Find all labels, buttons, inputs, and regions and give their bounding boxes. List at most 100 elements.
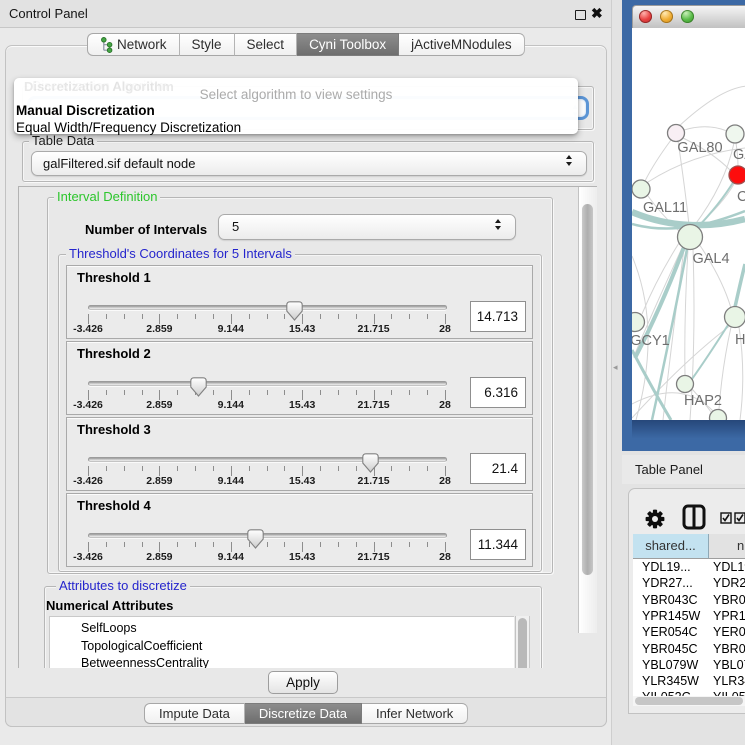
slider-handle[interactable] (286, 301, 303, 321)
slider-tick-label: -3.426 (73, 551, 103, 563)
icon-shape (102, 38, 107, 43)
algorithm-placeholder-item[interactable]: Select algorithm to view settings (14, 87, 578, 102)
network-node[interactable] (710, 410, 727, 421)
column-header-name[interactable]: n (709, 534, 745, 559)
table-hscrollbar-thumb[interactable] (635, 697, 743, 705)
bottom-tab-label: Infer Network (376, 704, 453, 723)
table-row[interactable]: YDL19...YDL19 (633, 559, 745, 575)
cyni-bottom-tabs: Impute DataDiscretize Data Infer Network (144, 703, 468, 724)
tab-cyni-toolbox[interactable]: Cyni Toolbox (297, 33, 399, 56)
table-row[interactable]: YBL079WYBL07 (633, 657, 745, 673)
slider-handle[interactable] (190, 377, 207, 397)
network-node-gal4[interactable] (678, 225, 703, 250)
table-data-combobox[interactable]: galFiltered.sif default node (31, 151, 587, 176)
slider-tick-label: 9.144 (218, 323, 244, 335)
number-of-intervals-combobox[interactable]: 5 (218, 214, 516, 240)
settings-scrollbar-thumb[interactable] (582, 204, 593, 575)
attributes-scrollbar-thumb[interactable] (518, 618, 527, 668)
apply-button[interactable]: Apply (268, 671, 338, 694)
bottom-tab-infer-network[interactable]: Infer Network (362, 703, 468, 724)
attributes-group: Attributes to discretize Numerical Attri… (44, 586, 542, 668)
table-row[interactable]: YLR345WYLR34 (633, 673, 745, 689)
numerical-attributes-label: Numerical Attributes (46, 598, 173, 613)
bottom-tab-discretize-data[interactable]: Discretize Data (245, 703, 362, 724)
table-row[interactable]: YDR27...YDR27 (633, 575, 745, 591)
attributes-group-title: Attributes to discretize (56, 579, 190, 593)
tab-label: Select (247, 34, 285, 55)
divider-collapse-icon[interactable]: ◂ (613, 362, 618, 373)
window-title: Control Panel (9, 0, 88, 27)
slider-tick-label: 2.859 (146, 323, 172, 335)
close-icon[interactable]: ✖ (591, 3, 603, 23)
network-node-ga[interactable] (726, 125, 744, 143)
slider-tick-label: -3.426 (73, 323, 103, 335)
network-edge-highlighted[interactable] (735, 264, 745, 307)
tab-jactivemnodules[interactable]: jActiveMNodules (399, 33, 525, 56)
table-row[interactable]: YBR043CYBR04 (633, 592, 745, 608)
checkbox-checked-icon[interactable] (720, 512, 732, 524)
bottom-tab-impute-data[interactable]: Impute Data (144, 703, 245, 724)
slider-tick (267, 390, 268, 395)
network-edge[interactable] (685, 249, 688, 376)
column-header-shared-name[interactable]: shared... (633, 534, 709, 559)
network-node-gcy1[interactable] (632, 313, 645, 332)
algorithm-option-manual[interactable]: Manual Discretization (16, 103, 155, 118)
threshold-value-field[interactable]: 14.713 (470, 301, 526, 332)
threshold-coordinates-group-title: Threshold's Coordinates for 5 Intervals (66, 247, 295, 261)
gear-icon[interactable] (645, 509, 665, 529)
tab-style[interactable]: Style (180, 33, 235, 56)
slider-track[interactable] (88, 381, 447, 386)
network-view-window: GAL80GACGAL11GAL4GCY1HHAP2 (622, 0, 745, 451)
slider-handle[interactable] (362, 453, 379, 473)
table-row[interactable]: YER054CYER05 (633, 624, 745, 640)
network-edge[interactable] (645, 140, 671, 181)
network-node-c[interactable] (729, 166, 745, 184)
close-traffic-light[interactable] (639, 10, 652, 23)
slider-tick-label: -3.426 (73, 475, 103, 487)
algorithm-option-equal-width[interactable]: Equal Width/Frequency Discretization (16, 120, 241, 135)
slider-tick (249, 390, 250, 395)
threshold-value-field[interactable]: 21.4 (470, 453, 526, 484)
attribute-item[interactable]: BetweennessCentrality (50, 655, 514, 668)
threshold-value-field[interactable]: 6.316 (470, 377, 526, 408)
network-canvas[interactable]: GAL80GACGAL11GAL4GCY1HHAP2 (632, 28, 745, 420)
network-node-gal11[interactable] (632, 180, 650, 198)
attribute-item[interactable]: SelfLoops (50, 617, 514, 638)
settings-scrollpane: Interval Definition Number of Intervals … (18, 186, 597, 668)
threshold-panel-4: Threshold 4-3.4262.8599.14415.4321.71528… (66, 493, 533, 567)
cell-shared-name: YDL19... (642, 559, 691, 575)
float-window-icon[interactable] (575, 10, 586, 20)
threshold-value-field[interactable]: 11.344 (470, 529, 526, 560)
slider-tick (356, 466, 357, 471)
slider-track[interactable] (88, 533, 447, 538)
cell-shared-name: YDR27... (642, 575, 693, 591)
table-data-combobox-value: galFiltered.sif default node (43, 152, 195, 175)
numerical-attributes-list[interactable]: SelfLoopsTopologicalCoefficientBetweenne… (49, 616, 514, 668)
slider-tick (391, 542, 392, 547)
slider-track[interactable] (88, 305, 447, 310)
slider-tick-label: 21.715 (358, 551, 390, 563)
network-edge[interactable] (684, 127, 727, 131)
table-horizontal-scrollbar[interactable] (633, 696, 745, 706)
network-node-hap2[interactable] (677, 376, 694, 393)
network-edge[interactable] (678, 86, 745, 127)
network-node-h[interactable] (725, 307, 745, 328)
table-row[interactable]: YBR045CYBR04 (633, 641, 745, 657)
checkbox-checked-icon[interactable] (734, 512, 745, 524)
split-columns-icon[interactable] (682, 504, 706, 530)
settings-scrollbar[interactable] (578, 187, 597, 633)
attributes-list-scrollbar[interactable] (515, 616, 530, 668)
tab-network[interactable]: Network (87, 33, 180, 56)
slider-tick (320, 466, 321, 471)
minimize-traffic-light[interactable] (660, 10, 673, 23)
slider-tick (356, 390, 357, 395)
combo-arrow-up-icon (495, 219, 501, 223)
zoom-traffic-light[interactable] (681, 10, 694, 23)
table-row[interactable]: YPR145WYPR14 (633, 608, 745, 624)
slider-tick-label: 28 (439, 399, 451, 411)
network-node-gal80[interactable] (668, 125, 685, 142)
slider-track[interactable] (88, 457, 447, 462)
tab-select[interactable]: Select (235, 33, 298, 56)
slider-handle[interactable] (247, 529, 264, 549)
attribute-item[interactable]: TopologicalCoefficient (50, 638, 514, 656)
